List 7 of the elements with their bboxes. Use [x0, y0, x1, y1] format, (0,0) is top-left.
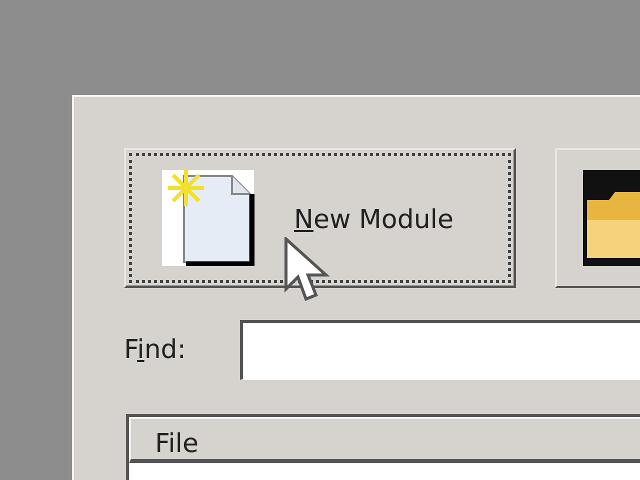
column-header[interactable]: File: [129, 417, 640, 463]
find-label: Find:: [124, 335, 188, 365]
find-field[interactable]: [240, 320, 640, 380]
new-document-icon: [162, 170, 256, 266]
folder-icon: [583, 170, 640, 266]
new-module-button[interactable]: New Module: [124, 148, 516, 288]
open-button[interactable]: [555, 148, 640, 288]
